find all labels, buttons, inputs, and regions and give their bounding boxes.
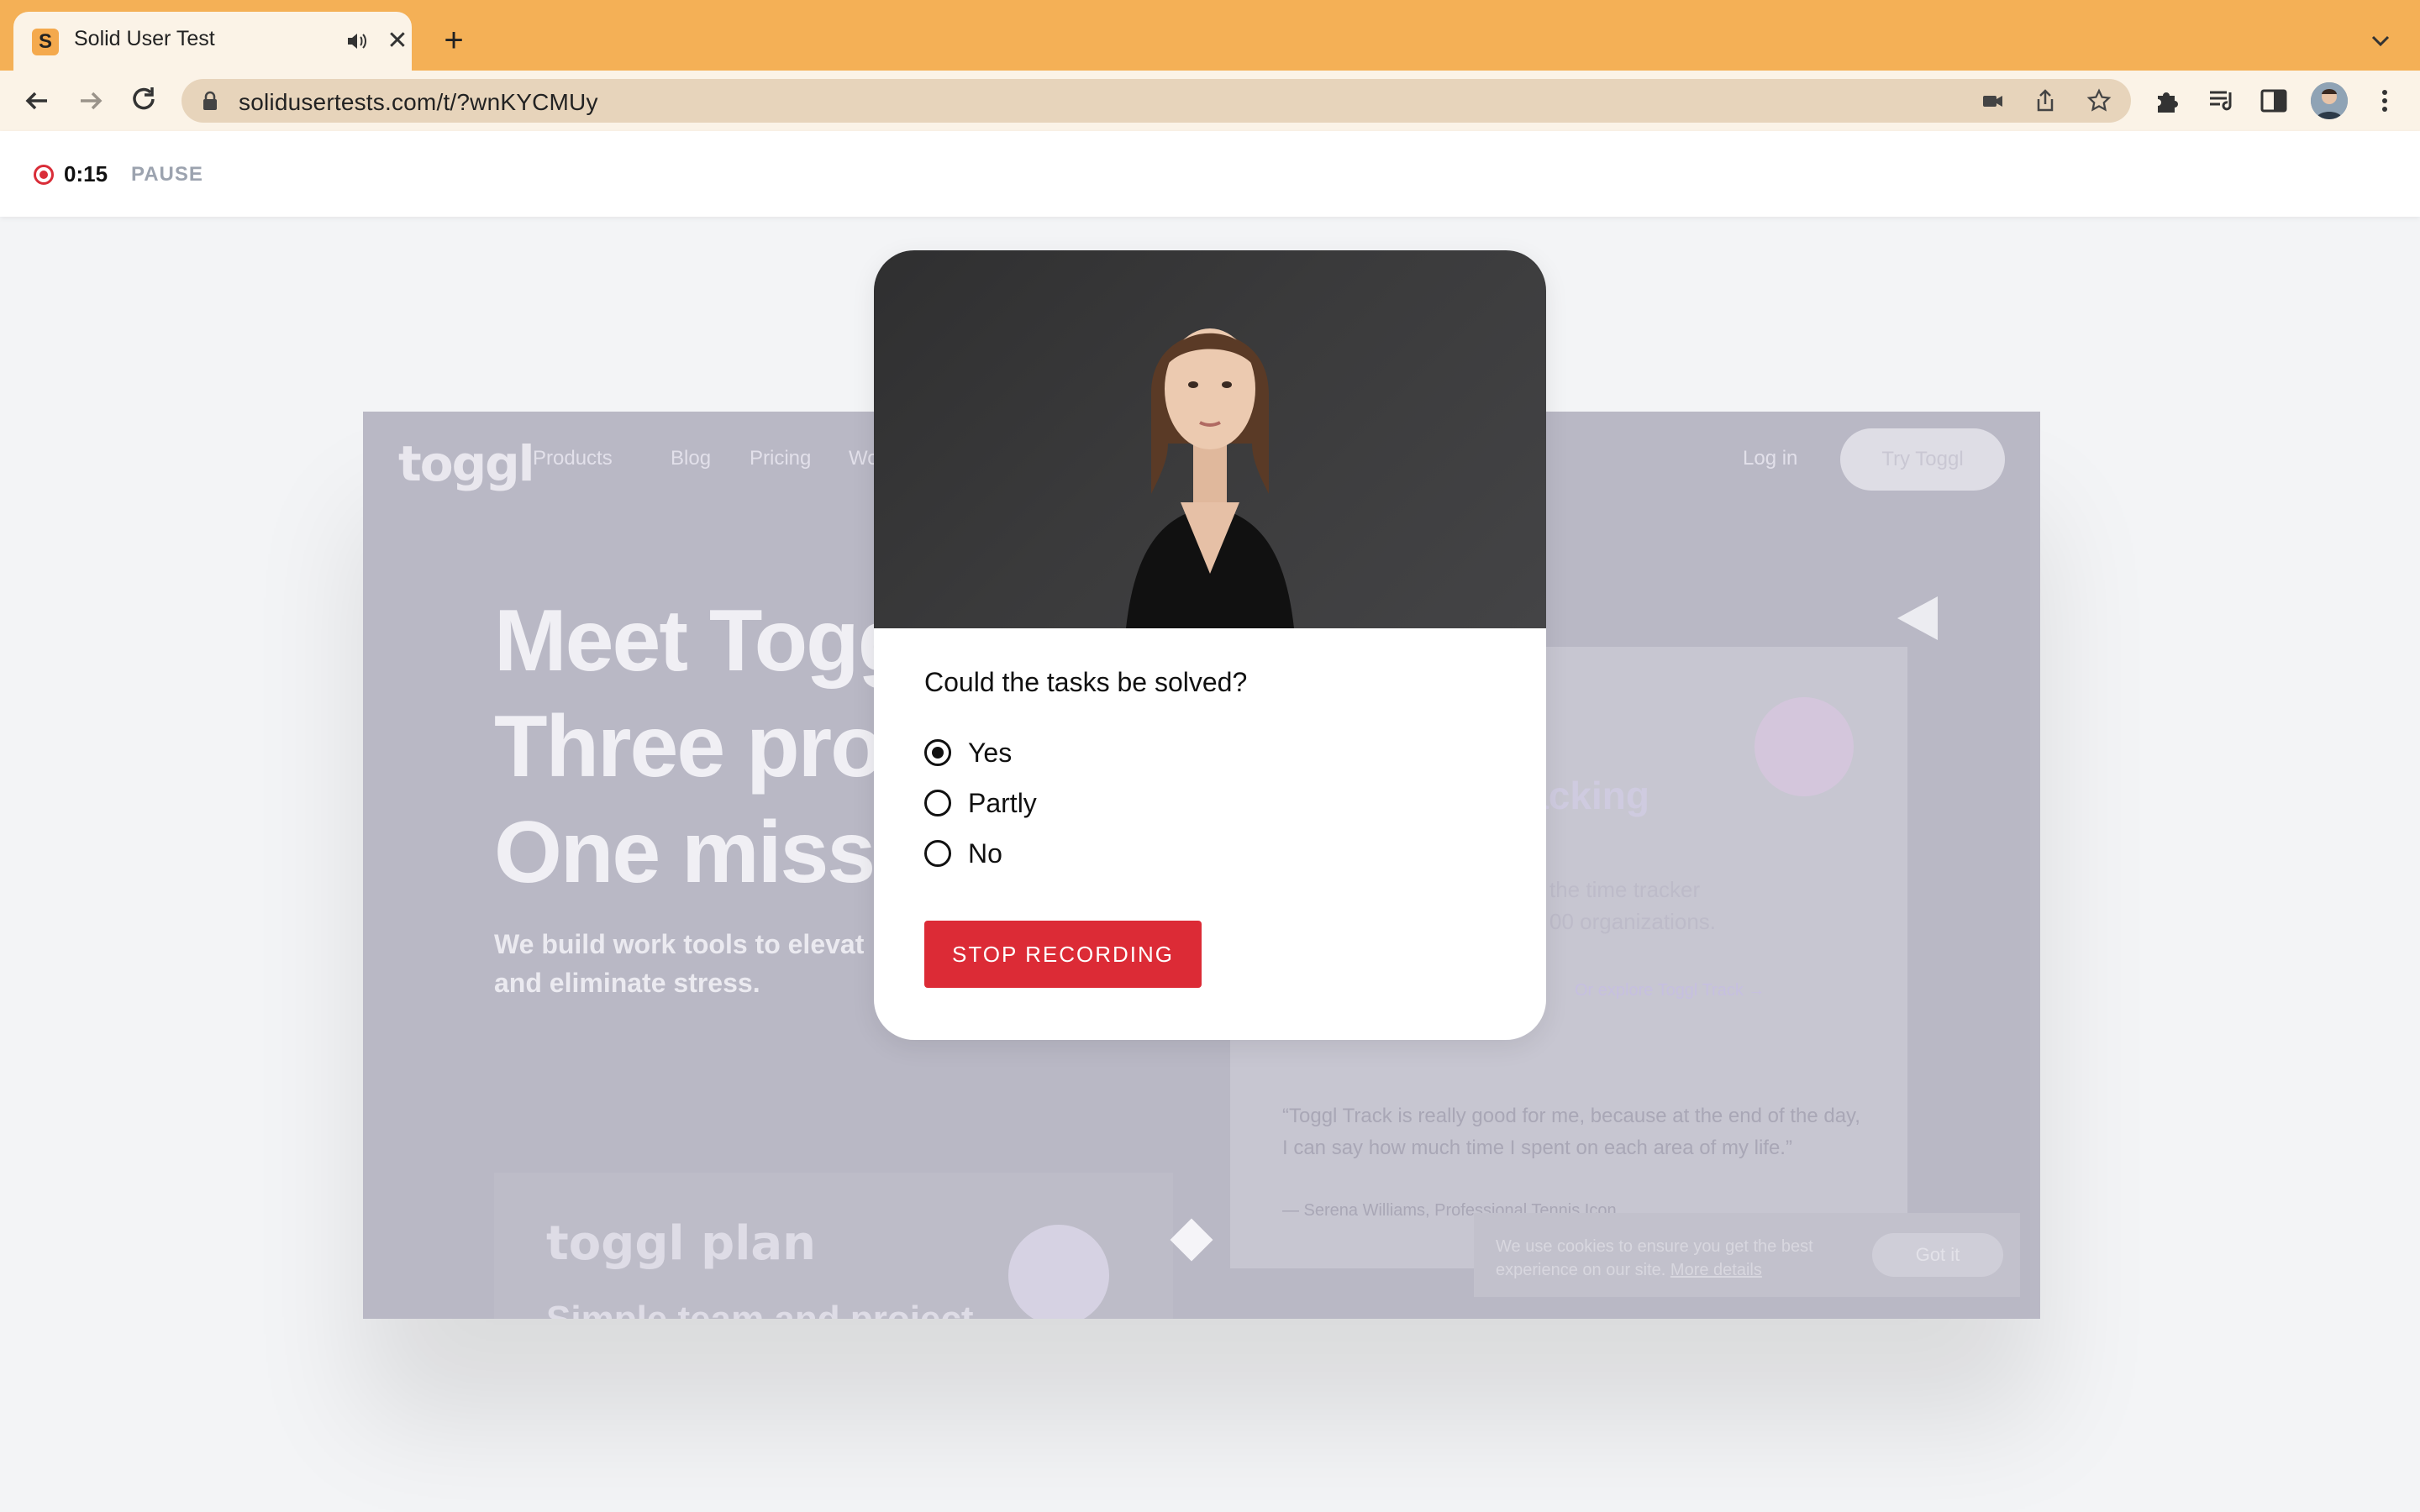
profile-photo-icon — [2311, 82, 2348, 119]
url-text[interactable]: solidusertests.com/t/?wnKYCMUy — [239, 89, 598, 116]
new-tab-icon[interactable]: + — [437, 24, 471, 57]
tab-strip: S Solid User Test ✕ + — [0, 0, 2420, 71]
close-tab-icon[interactable]: ✕ — [383, 27, 412, 55]
side-panel-icon[interactable] — [2257, 84, 2291, 118]
presenter-avatar-video — [1126, 328, 1294, 628]
back-arrow-icon[interactable] — [18, 82, 55, 119]
media-control-icon[interactable] — [2205, 84, 2238, 118]
try-toggl-button: Try Toggl — [1840, 428, 2005, 491]
browser-toolbar: solidusertests.com/t/?wnKYCMUy — [0, 71, 2420, 131]
address-bar[interactable]: solidusertests.com/t/?wnKYCMUy — [182, 79, 2131, 123]
cookie-text-1: We use cookies to ensure you get the bes… — [1496, 1237, 1813, 1256]
cookie-got-it-button: Got it — [1872, 1233, 2003, 1277]
hero-sub-line-1: We build work tools to elevat — [494, 929, 865, 959]
more-menu-icon[interactable] — [2368, 84, 2402, 118]
nav-blog: Blog — [671, 447, 712, 470]
option-partly[interactable]: Partly — [924, 783, 1037, 823]
site-favicon-icon: S — [32, 29, 59, 55]
option-yes[interactable]: Yes — [924, 732, 1012, 773]
recording-timer: 0:15 — [64, 161, 108, 186]
cookie-banner: We use cookies to ensure you get the bes… — [1474, 1213, 2020, 1297]
plan-card: toggl plan Simple team and project — [494, 1173, 1173, 1319]
tab-title: Solid User Test — [74, 27, 215, 50]
plan-heading: Simple team and project — [546, 1299, 974, 1319]
cookie-more-details-link: More details — [1670, 1261, 1762, 1279]
card-text-1: the time tracker — [1549, 877, 1701, 902]
card-text-2: 00 organizations. — [1549, 909, 1717, 934]
recording-indicator-icon — [34, 165, 54, 185]
hero-line-1: Meet Togg — [494, 592, 911, 690]
toggl-logo: toggl — [398, 435, 534, 492]
profile-avatar[interactable] — [2311, 82, 2348, 119]
forward-arrow-icon[interactable] — [72, 82, 109, 119]
radio-partly[interactable] — [924, 790, 951, 816]
share-icon[interactable] — [2032, 87, 2059, 114]
reload-icon[interactable] — [126, 82, 163, 119]
pause-button[interactable]: PAUSE — [131, 163, 203, 186]
diamond-shape-icon — [1170, 1218, 1213, 1262]
radio-no[interactable] — [924, 840, 951, 867]
question-modal: Could the tasks be solved? Yes Partly No… — [874, 250, 1546, 1040]
testimonial-quote: “Toggl Track is really good for me, beca… — [1282, 1105, 1860, 1159]
login-link: Log in — [1743, 447, 1798, 470]
plan-logo: toggl plan — [546, 1216, 817, 1271]
cookie-text-2: experience on our site. More details — [1496, 1258, 1762, 1282]
option-no-label[interactable]: No — [968, 838, 1002, 869]
flag-shape-icon — [1897, 596, 1938, 640]
radio-yes[interactable] — [924, 739, 951, 766]
bookmark-star-icon[interactable] — [2086, 87, 2112, 114]
video-panel — [874, 250, 1546, 628]
extensions-puzzle-icon[interactable] — [2151, 84, 2185, 118]
option-no[interactable]: No — [924, 833, 1002, 874]
question-text: Could the tasks be solved? — [924, 667, 1248, 697]
lock-icon[interactable] — [202, 91, 218, 111]
hero-sub-line-2: and eliminate stress. — [494, 968, 760, 998]
tab-search-chevron-icon[interactable] — [2368, 30, 2393, 50]
recording-bar: 0:15 PAUSE — [0, 131, 2420, 217]
nav-products: Products — [533, 447, 613, 470]
option-partly-label[interactable]: Partly — [968, 788, 1037, 819]
speaker-icon[interactable] — [343, 27, 371, 55]
option-yes-label[interactable]: Yes — [968, 738, 1012, 769]
hero-line-2: Three proc — [494, 698, 930, 795]
cookie-text-2-main: experience on our site. — [1496, 1261, 1666, 1279]
camera-icon[interactable] — [1980, 87, 2007, 114]
stop-recording-button[interactable]: STOP RECORDING — [924, 921, 1202, 988]
plan-clock-icon — [1008, 1225, 1109, 1319]
hero-line-3: One missi — [494, 804, 898, 901]
card-link: Or explore Toggl Track → — [1575, 981, 1765, 1000]
nav-pricing: Pricing — [750, 447, 812, 470]
browser-tab[interactable]: S Solid User Test ✕ — [13, 12, 412, 71]
power-icon — [1754, 697, 1854, 796]
